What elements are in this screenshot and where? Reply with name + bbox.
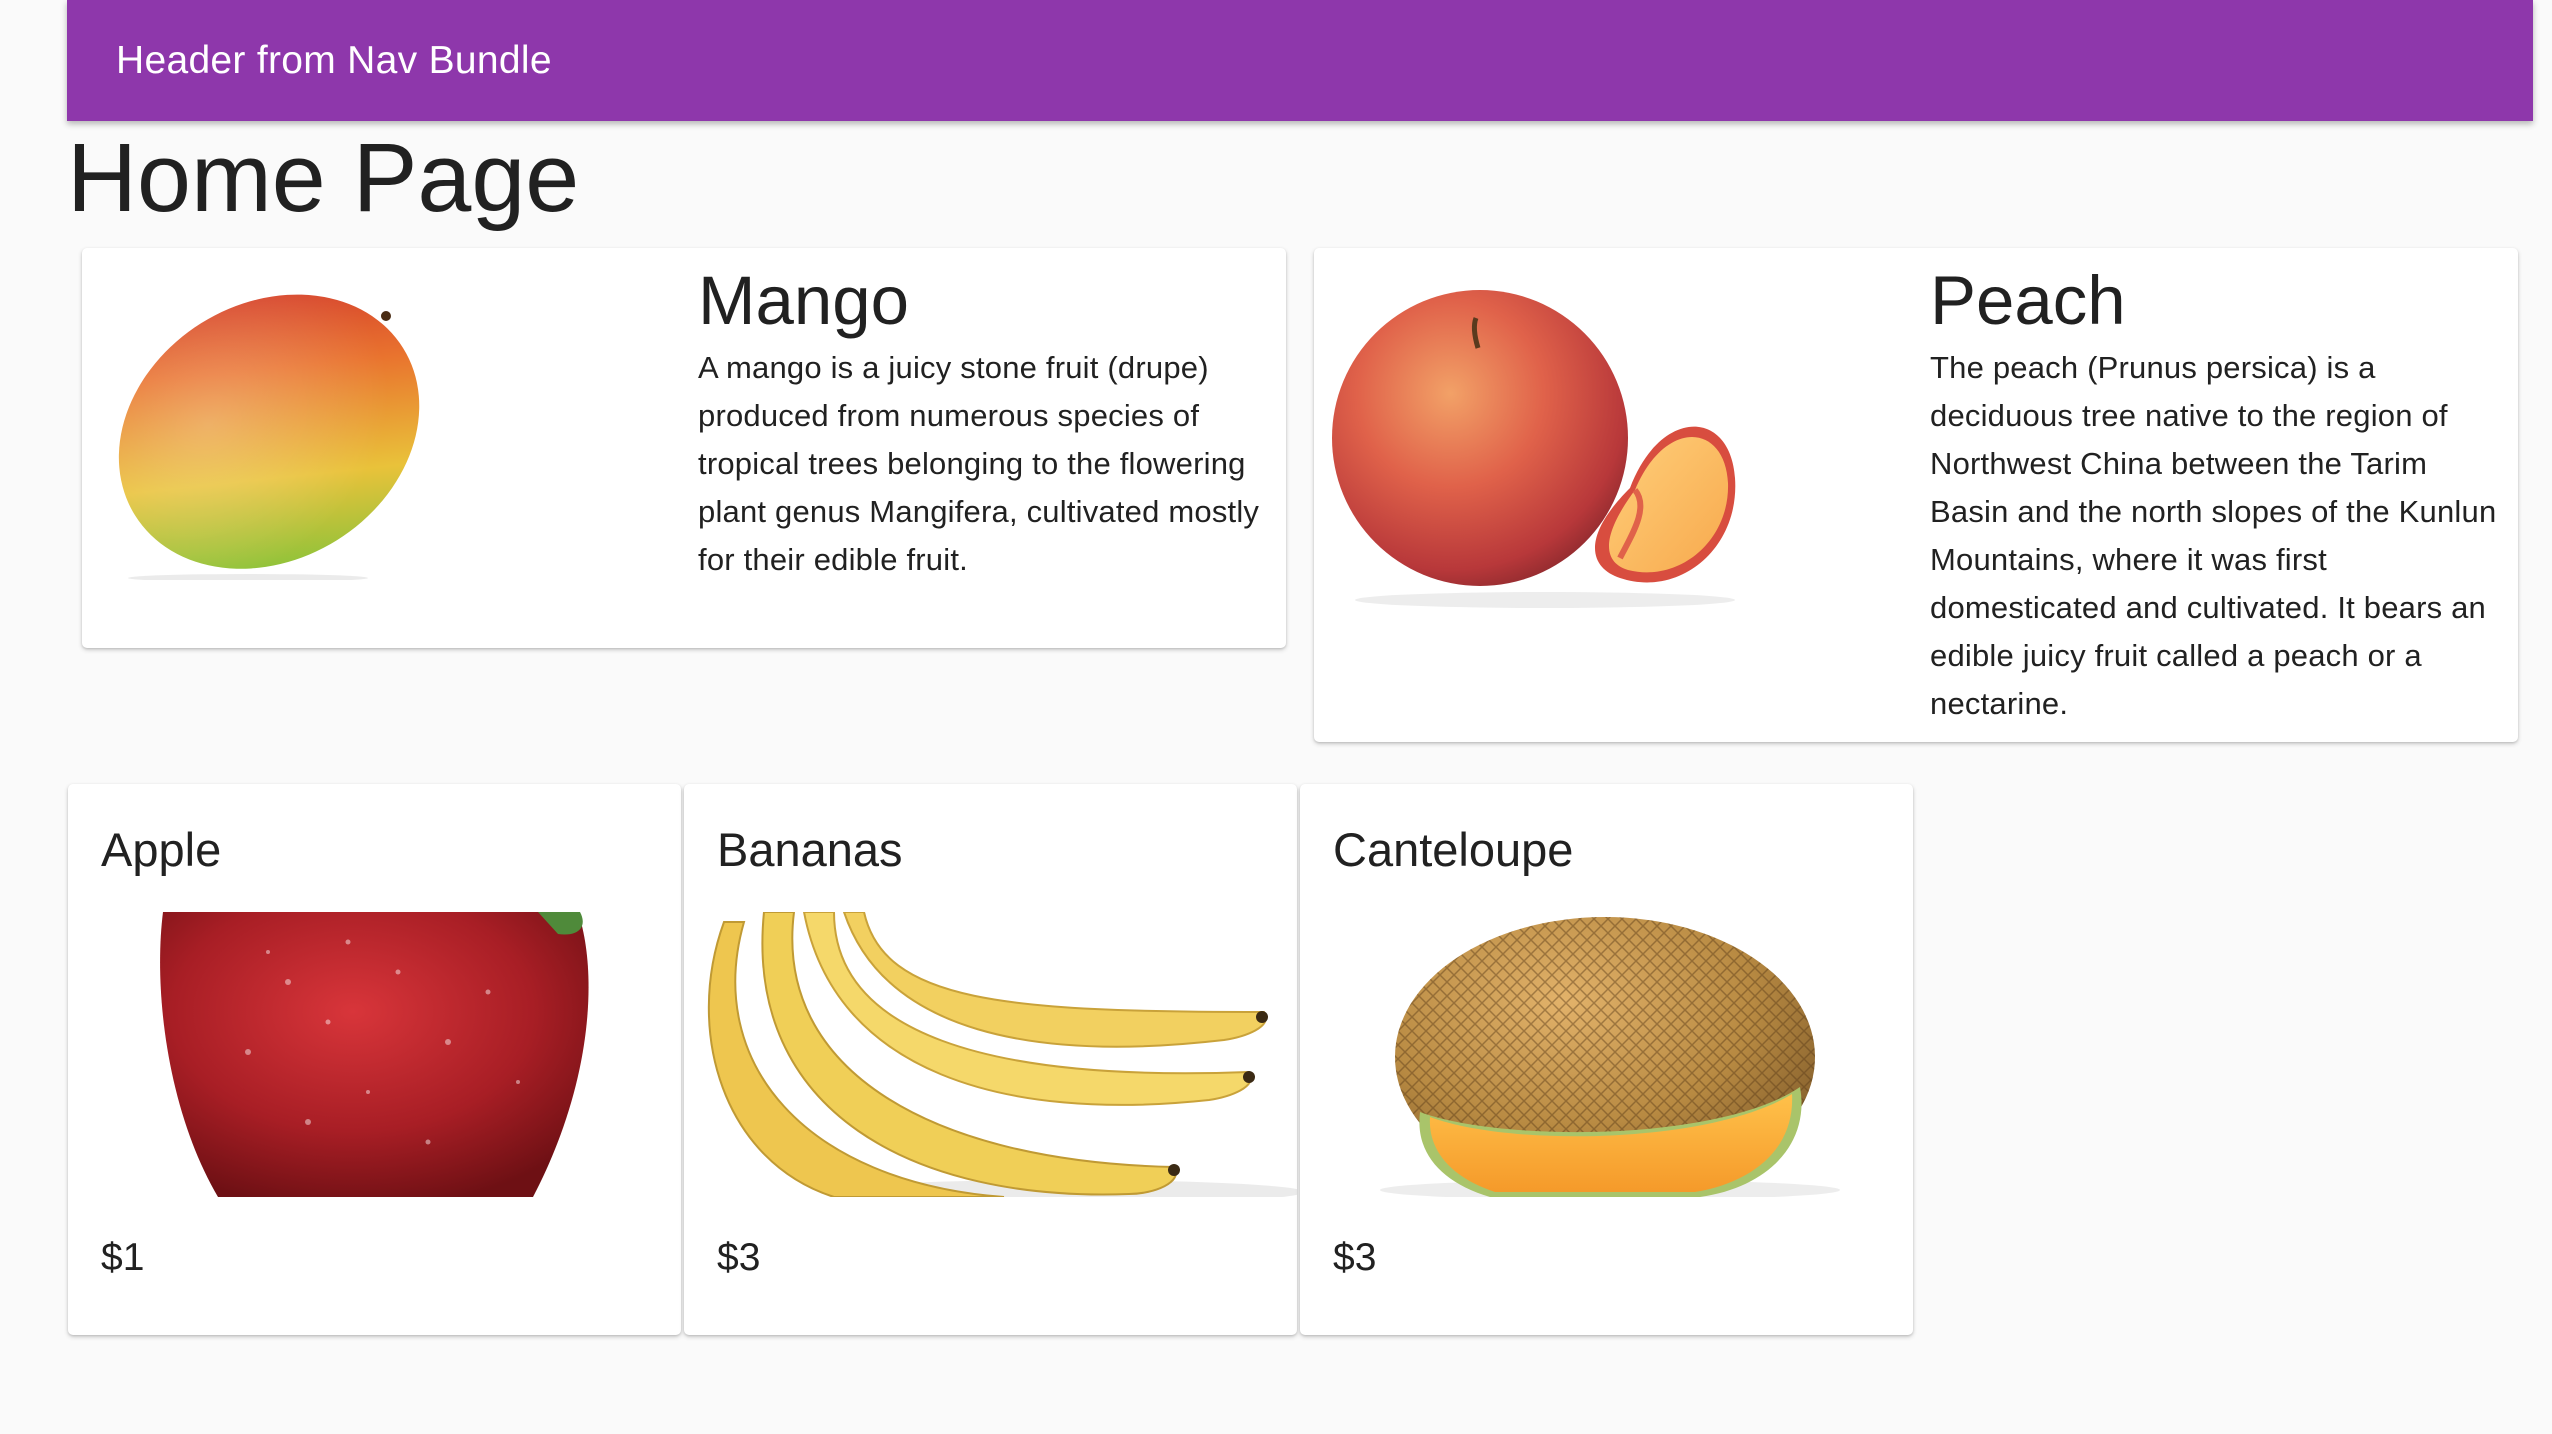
header-title: Header from Nav Bundle	[116, 38, 552, 82]
featured-card-body: Mango A mango is a juicy stone fruit (dr…	[698, 258, 1272, 584]
featured-card-title: Peach	[1930, 262, 2126, 339]
product-card-apple[interactable]: Apple $1	[68, 784, 681, 1335]
page-title: Home Page	[67, 123, 580, 232]
product-name: Apple	[101, 823, 222, 876]
cantaloupe-image	[1300, 912, 1913, 1197]
peach-image	[1332, 290, 1736, 608]
header-bar: Header from Nav Bundle	[67, 0, 2533, 121]
featured-card-body: Peach The peach (Prunus persica) is a de…	[1930, 258, 2504, 728]
featured-card-title: Mango	[698, 262, 909, 339]
product-name: Bananas	[717, 823, 903, 876]
product-price: $1	[101, 1236, 145, 1279]
product-name: Canteloupe	[1333, 823, 1574, 876]
featured-card-description: A mango is a juicy stone fruit (drupe) p…	[698, 350, 1260, 577]
mango-image	[118, 294, 420, 580]
product-price: $3	[717, 1236, 761, 1279]
bananas-image	[684, 912, 1297, 1197]
featured-card-mango[interactable]: Mango A mango is a juicy stone fruit (dr…	[82, 248, 1286, 648]
featured-card-peach[interactable]: Peach The peach (Prunus persica) is a de…	[1314, 248, 2518, 742]
app-root: Header from Nav Bundle Home Page Mango A…	[0, 0, 2552, 1434]
apple-image	[68, 912, 681, 1197]
featured-card-description: The peach (Prunus persica) is a deciduou…	[1930, 350, 2497, 721]
product-card-bananas[interactable]: Bananas $3	[684, 784, 1297, 1335]
product-card-canteloupe[interactable]: Canteloupe $3	[1300, 784, 1913, 1335]
product-price: $3	[1333, 1236, 1377, 1279]
